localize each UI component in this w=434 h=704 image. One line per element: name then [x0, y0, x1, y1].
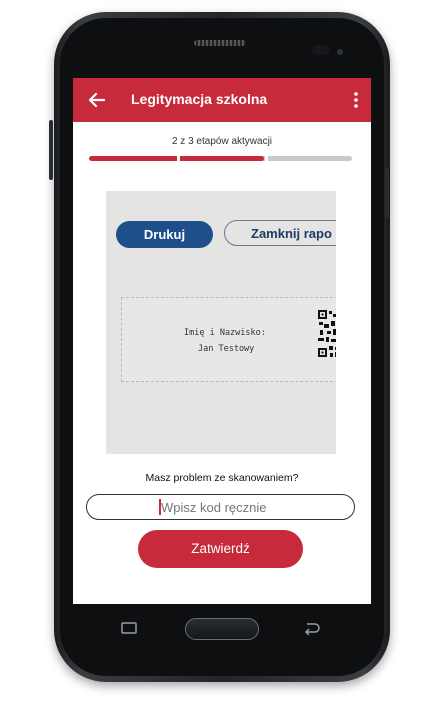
app-bar: Legitymacja szkolna	[73, 78, 371, 122]
scan-problem-text: Masz problem ze skanowaniem?	[145, 472, 299, 484]
more-vert-icon[interactable]	[353, 91, 359, 109]
confirm-button[interactable]: Zatwierdź	[138, 530, 303, 568]
progress-label: 2 z 3 etapów aktywacji	[171, 136, 273, 147]
recent-apps-icon[interactable]	[119, 622, 139, 634]
android-nav-bar	[73, 604, 371, 654]
qr-code-icon	[318, 310, 336, 357]
text-caret	[159, 499, 161, 515]
close-report-button-in-preview: Zamknij rapo	[224, 220, 336, 246]
progress-step-divider	[265, 156, 268, 161]
arrow-left-icon[interactable]	[87, 90, 107, 110]
progress-step-divider	[177, 156, 180, 161]
card-name-label: Imię i Nazwisko:	[184, 328, 266, 338]
home-button[interactable]	[185, 618, 259, 640]
proximity-sensor	[312, 45, 330, 55]
front-camera	[337, 49, 343, 55]
volume-button	[49, 120, 53, 180]
card-name-value: Jan Testowy	[198, 344, 255, 354]
camera-scan-preview: Drukuj Zamknij rapo Imię i Nazwisko: Jan…	[106, 191, 336, 454]
manual-code-input[interactable]	[86, 494, 355, 520]
speaker-grille	[194, 40, 246, 46]
print-button-in-preview: Drukuj	[116, 221, 213, 248]
student-card-preview: Imię i Nazwisko: Jan Testowy	[121, 297, 336, 382]
progress-bar	[89, 156, 352, 161]
back-icon[interactable]	[301, 621, 321, 635]
page-title: Legitymacja szkolna	[131, 91, 268, 107]
app-screen: Legitymacja szkolna 2 z 3 etapów aktywac…	[73, 78, 371, 604]
power-button	[385, 168, 389, 218]
